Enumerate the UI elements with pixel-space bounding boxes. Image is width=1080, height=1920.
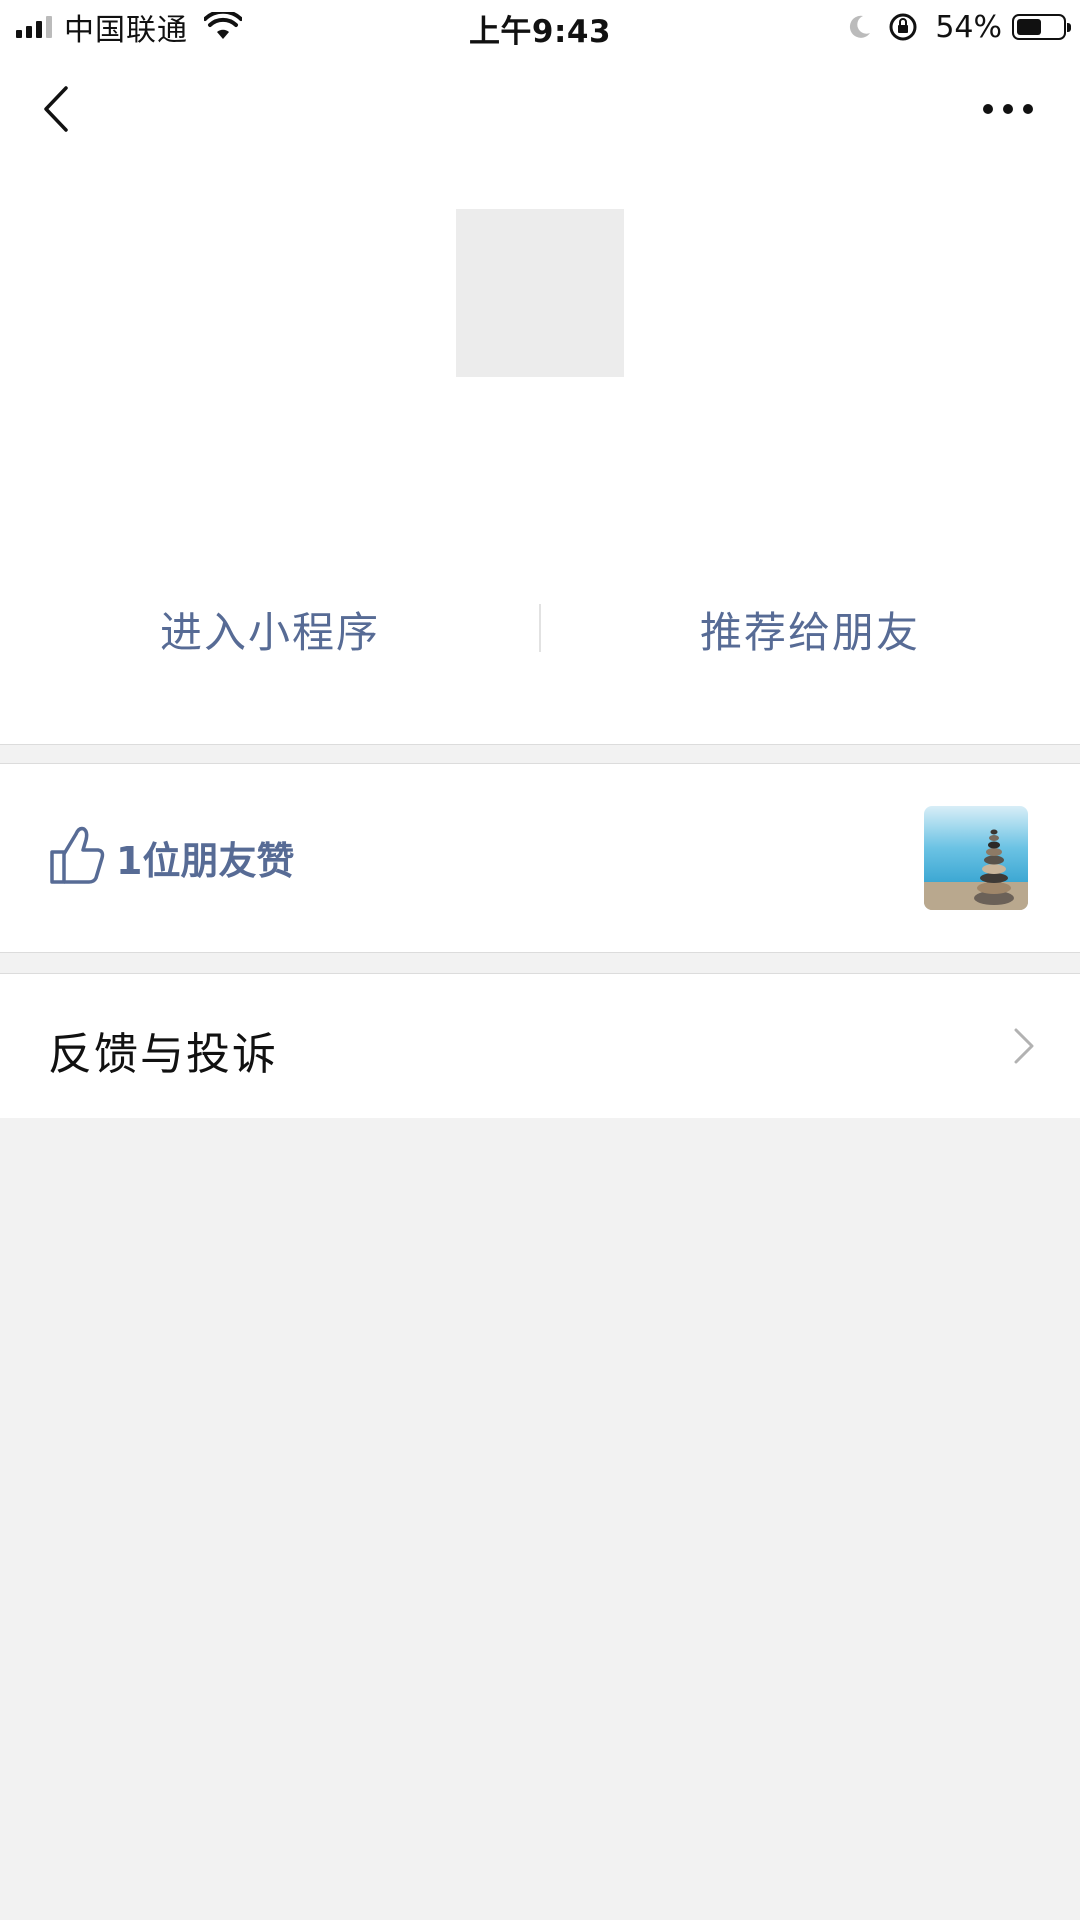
friend-likes-row[interactable]: 1位朋友赞 (0, 764, 1080, 952)
action-bar: 进入小程序 推荐给朋友 (0, 574, 1080, 684)
battery-percent: 54% (935, 9, 1002, 45)
ellipsis-icon[interactable] (980, 94, 1036, 124)
battery-icon (1012, 14, 1071, 40)
feedback-complaint-row[interactable]: 反馈与投诉 (0, 974, 1080, 1118)
rotation-lock-icon (889, 13, 917, 41)
app-logo-placeholder (456, 209, 624, 377)
battery-fill (1017, 19, 1041, 35)
feedback-label: 反馈与投诉 (48, 1029, 278, 1080)
divider (0, 744, 1080, 745)
chevron-right-icon (1014, 1028, 1034, 1064)
divider (0, 952, 1080, 953)
enter-mini-program-button[interactable]: 进入小程序 (0, 574, 540, 684)
recommend-to-friends-button[interactable]: 推荐给朋友 (540, 574, 1080, 684)
likes-count-text: 1位朋友赞 (116, 839, 295, 883)
friend-avatar[interactable] (924, 806, 1028, 910)
moon-icon (850, 15, 871, 38)
status-right: 54% (845, 8, 1071, 46)
nav-bar (0, 54, 1080, 164)
chevron-left-icon[interactable] (36, 82, 76, 136)
status-bar: 中国联通 上午9:43 54% (0, 0, 1080, 54)
mini-program-header: 进入小程序 推荐给朋友 (0, 164, 1080, 744)
thumbs-up-icon (50, 826, 105, 884)
